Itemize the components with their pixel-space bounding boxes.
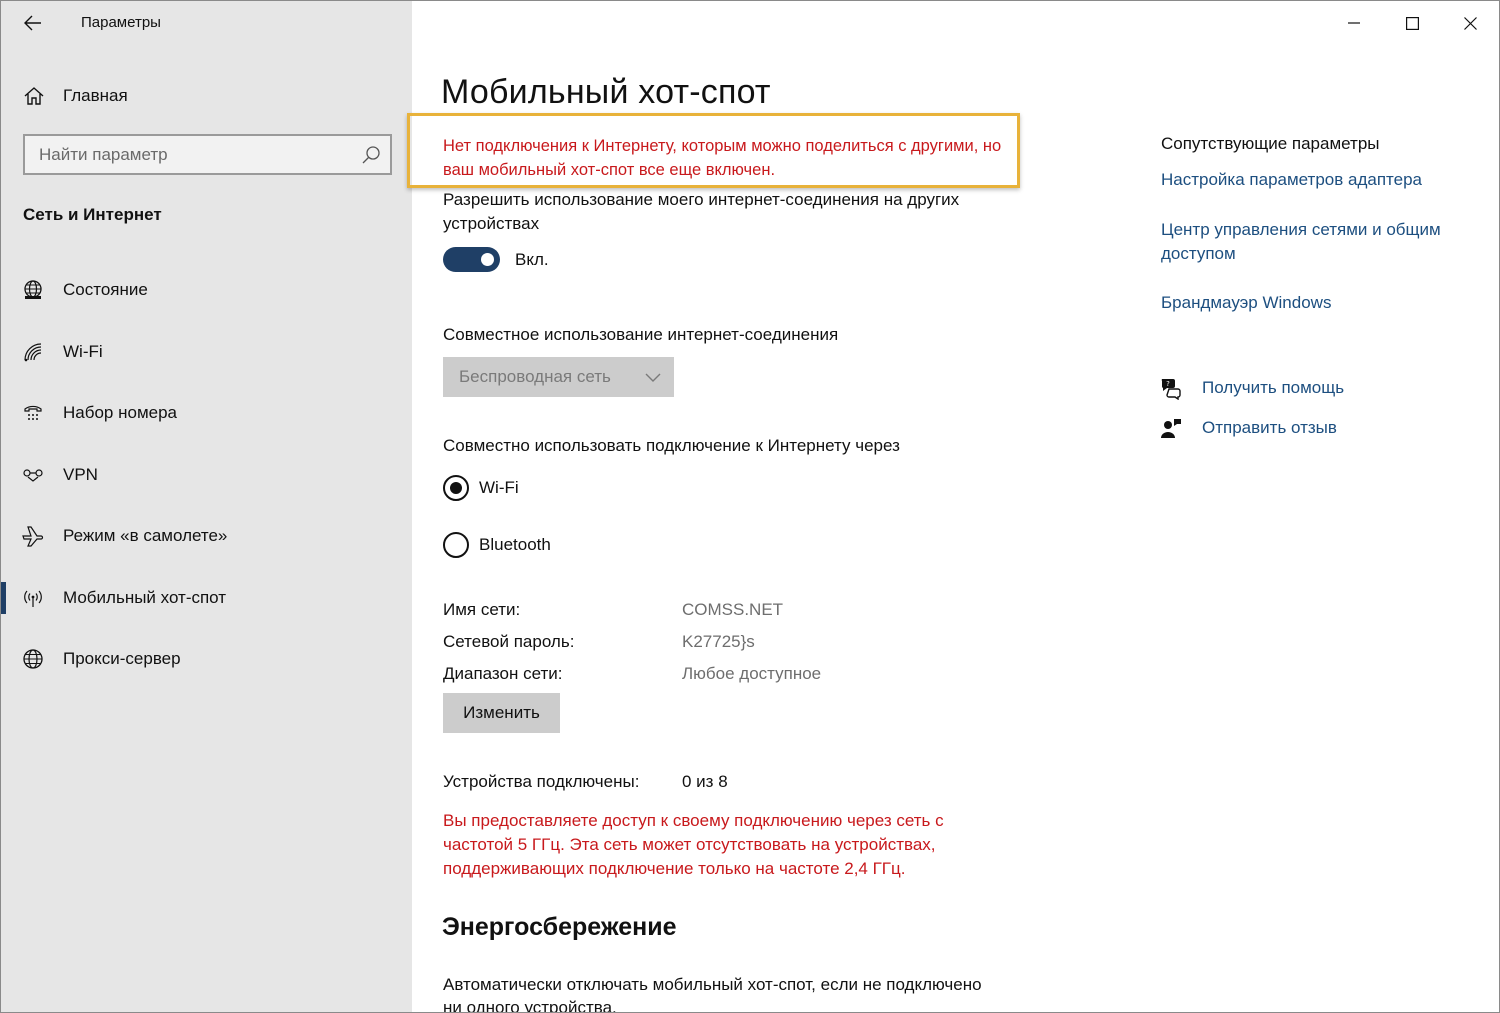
- toggle-state-label: Вкл.: [515, 250, 549, 269]
- close-button[interactable]: [1441, 1, 1499, 45]
- maximize-button[interactable]: [1383, 1, 1441, 45]
- sidebar-item-airplane[interactable]: Режим «в самолете»: [1, 513, 412, 559]
- network-password-value: K27725}s: [682, 632, 755, 651]
- sidebar-item-label: Прокси-сервер: [63, 649, 181, 668]
- sidebar-item-label: Мобильный хот-спот: [63, 588, 227, 607]
- settings-window: Параметры Главная Сеть и Интернет Состоя…: [0, 0, 1500, 1013]
- energy-saving-heading: Энергосбережение: [442, 913, 677, 941]
- sidebar-item-label: Wi-Fi: [63, 342, 103, 361]
- minimize-button[interactable]: [1325, 1, 1383, 45]
- sidebar-item-label: VPN: [63, 465, 98, 484]
- share-via-label: Совместно использовать подключение к Инт…: [443, 436, 900, 455]
- sidebar-item-wifi[interactable]: Wi-Fi: [1, 329, 412, 375]
- maximize-icon: [1405, 16, 1419, 30]
- sidebar-item-label: Главная: [63, 86, 128, 105]
- adapter-settings-link[interactable]: Настройка параметров адаптера: [1161, 168, 1471, 192]
- dropdown-selected-value: Беспроводная сеть: [459, 367, 611, 386]
- allow-sharing-label: Разрешить использование моего интернет-с…: [443, 190, 960, 233]
- sidebar-item-dialup[interactable]: Набор номера: [1, 390, 412, 436]
- minimize-icon: [1348, 22, 1360, 24]
- globe-icon: [23, 649, 43, 669]
- radio-bluetooth-label[interactable]: Bluetooth: [479, 535, 551, 555]
- frequency-warning: Вы предоставляете доступ к своему подклю…: [443, 811, 944, 878]
- radio-wifi[interactable]: [443, 475, 469, 501]
- send-feedback-label: Отправить отзыв: [1202, 418, 1337, 437]
- toggle-knob: [481, 253, 494, 266]
- edit-button[interactable]: Изменить: [443, 693, 560, 733]
- search-icon[interactable]: [361, 145, 381, 165]
- share-connection-dropdown[interactable]: Беспроводная сеть: [443, 357, 674, 397]
- sidebar-item-hotspot[interactable]: Мобильный хот-спот: [1, 575, 412, 621]
- radio-bluetooth[interactable]: [443, 532, 469, 558]
- dialup-icon: [24, 405, 42, 420]
- vpn-icon: [23, 469, 43, 482]
- back-button[interactable]: [15, 7, 51, 39]
- get-help-link[interactable]: ? Получить помощь: [1159, 373, 1479, 403]
- network-name-label: Имя сети:: [443, 600, 521, 619]
- radio-wifi-label[interactable]: Wi-Fi: [479, 478, 519, 498]
- devices-connected-label: Устройства подключены:: [443, 772, 640, 791]
- page-title: Мобильный хот-спот: [441, 73, 771, 111]
- sidebar-section-title: Сеть и Интернет: [23, 205, 162, 224]
- wifi-icon: [24, 343, 42, 362]
- no-internet-warning: Нет подключения к Интернету, которым мож…: [443, 137, 1002, 179]
- sidebar-item-home[interactable]: Главная: [1, 75, 412, 117]
- titlebar: Параметры: [1, 1, 412, 45]
- get-help-label: Получить помощь: [1202, 378, 1345, 397]
- svg-text:?: ?: [1166, 380, 1170, 388]
- airplane-icon: [22, 526, 44, 547]
- feedback-person-icon: [1161, 419, 1181, 438]
- search-field[interactable]: [23, 134, 392, 175]
- help-chat-icon: ?: [1161, 379, 1181, 400]
- network-name-value: COMSS.NET: [682, 600, 784, 619]
- share-connection-label: Совместное использование интернет-соедин…: [443, 325, 839, 344]
- sidebar-item-label: Режим «в самолете»: [63, 526, 228, 545]
- home-icon: [24, 87, 44, 105]
- sidebar-item-proxy[interactable]: Прокси-сервер: [1, 636, 412, 682]
- sidebar-item-label: Набор номера: [63, 403, 177, 422]
- search-input[interactable]: [25, 136, 355, 173]
- network-band-value: Любое доступное: [682, 664, 822, 683]
- related-settings-title: Сопутствующие параметры: [1161, 134, 1380, 153]
- globe-status-icon: [24, 280, 42, 299]
- back-arrow-icon: [24, 15, 41, 31]
- firewall-link[interactable]: Брандмауэр Windows: [1161, 291, 1471, 315]
- app-title: Параметры: [81, 14, 161, 31]
- network-password-label: Сетевой пароль:: [443, 632, 575, 651]
- network-band-label: Диапазон сети:: [443, 664, 563, 683]
- devices-connected-value: 0 из 8: [682, 772, 728, 791]
- close-icon: [1463, 16, 1477, 30]
- send-feedback-link[interactable]: Отправить отзыв: [1159, 413, 1479, 443]
- active-indicator: [1, 582, 6, 614]
- hotspot-icon: [24, 590, 42, 607]
- chevron-down-icon: [645, 373, 661, 382]
- hotspot-toggle[interactable]: [443, 247, 500, 272]
- sidebar-item-status[interactable]: Состояние: [1, 267, 412, 313]
- sidebar-item-label: Состояние: [63, 280, 148, 299]
- sidebar-item-vpn[interactable]: VPN: [1, 452, 412, 498]
- sidebar: Параметры Главная Сеть и Интернет Состоя…: [1, 1, 412, 1012]
- energy-saving-description: Автоматически отключать мобильный хот-сп…: [443, 975, 982, 1013]
- network-center-link[interactable]: Центр управления сетями и общим доступом: [1161, 218, 1471, 266]
